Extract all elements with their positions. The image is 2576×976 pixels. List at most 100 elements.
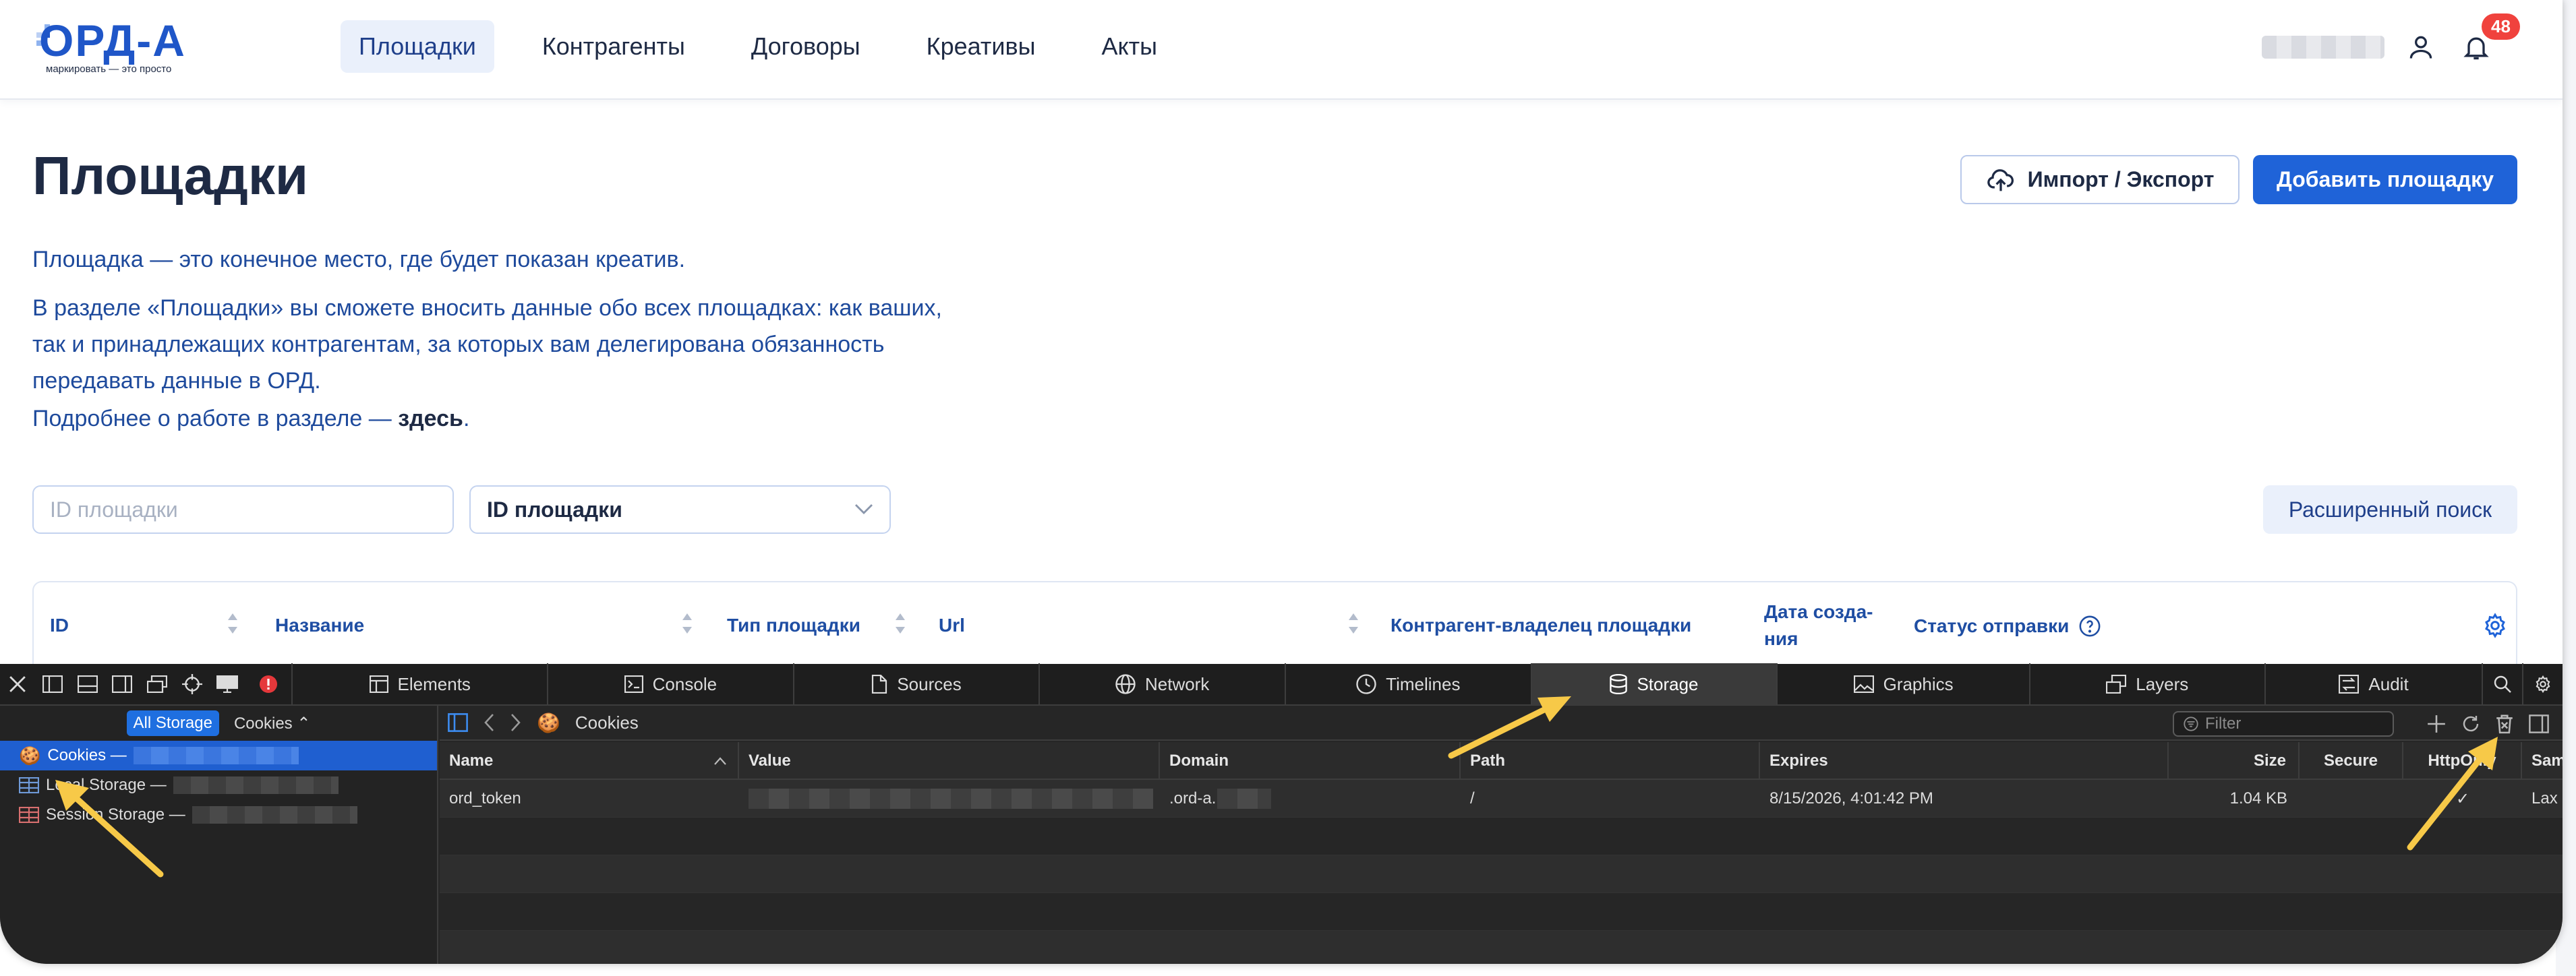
column-domain[interactable]: Domain [1160, 742, 1461, 780]
empty-row [440, 855, 2563, 893]
database-icon [1610, 674, 1628, 694]
globe-icon [1115, 674, 1136, 694]
windows-icon[interactable] [140, 663, 175, 705]
dock-right-icon[interactable] [105, 663, 140, 705]
gear-icon[interactable] [2482, 612, 2509, 639]
nav-item-counterparties[interactable]: Контрагенты [524, 20, 703, 73]
column-header-id[interactable]: ID [50, 615, 69, 636]
sidebar-right-icon[interactable] [2529, 714, 2549, 733]
tab-layers[interactable]: Layers [2028, 663, 2264, 705]
tab-timelines[interactable]: Timelines [1285, 663, 1531, 705]
column-name[interactable]: Name [440, 742, 739, 780]
advanced-search-button[interactable]: Расширенный поиск [2263, 485, 2517, 534]
storage-type-select[interactable]: Cookies ⌃ [234, 714, 310, 733]
error-indicator-icon[interactable] [245, 663, 292, 705]
tab-graphics[interactable]: Graphics [1776, 663, 2029, 705]
close-icon[interactable] [0, 663, 35, 705]
sidebar-toggle-icon[interactable] [448, 713, 468, 732]
user-icon[interactable] [2402, 28, 2440, 66]
back-arrow-icon[interactable] [483, 713, 495, 732]
nav-item-contracts[interactable]: Договоры [733, 20, 879, 73]
description-intro: Площадка — это конечное место, где будет… [32, 247, 686, 272]
dock-left-icon[interactable] [35, 663, 70, 705]
tab-storage-label: Storage [1637, 673, 1699, 694]
column-header-name-label: Название [275, 615, 365, 636]
tree-item-local-storage-label: Local Storage — [46, 776, 167, 794]
column-header-owner-label: Контрагент-владелец площадки [1391, 615, 1692, 636]
sort-icon[interactable] [227, 612, 239, 635]
help-circle-icon[interactable] [2078, 615, 2101, 638]
settings-gear-icon[interactable] [2522, 663, 2563, 705]
column-header-type[interactable]: Тип площадки [727, 615, 860, 636]
sort-icon[interactable] [894, 612, 906, 635]
all-storage-button[interactable]: All Storage [126, 710, 219, 736]
nav-item-platforms[interactable]: Площадки [341, 20, 494, 73]
search-icon[interactable] [2482, 663, 2522, 705]
devtools-panel: Elements Console Sources Network Timelin… [0, 663, 2563, 964]
sort-icon[interactable] [1347, 612, 1359, 635]
table-row[interactable]: ord_token .ord-a. / 8/15/2026, 4:01:42 P… [440, 780, 2563, 818]
add-platform-button[interactable]: Добавить площадку [2253, 155, 2517, 204]
column-value[interactable]: Value [739, 742, 1160, 780]
column-path[interactable]: Path [1461, 742, 1760, 780]
dock-bottom-icon[interactable] [70, 663, 105, 705]
search-field-select-value: ID площадки [487, 497, 622, 522]
column-expires[interactable]: Expires [1760, 742, 2169, 780]
tab-network[interactable]: Network [1038, 663, 1285, 705]
column-header-created[interactable]: Дата созда- ния [1764, 599, 1885, 652]
column-header-type-label: Тип площадки [727, 615, 860, 636]
tab-console[interactable]: Console [547, 663, 793, 705]
bell-icon[interactable]: 48 [2457, 13, 2520, 66]
trash-icon[interactable] [2495, 714, 2514, 734]
description-link[interactable]: здесь [398, 406, 463, 431]
column-httponly[interactable]: HttpOnly [2403, 742, 2522, 780]
column-samesite[interactable]: SameSite [2522, 742, 2563, 780]
tree-item-local-storage[interactable]: Local Storage — [0, 770, 437, 800]
nav-item-creatives[interactable]: Креативы [908, 20, 1054, 73]
sort-icon[interactable] [681, 612, 693, 635]
column-secure[interactable]: Secure [2300, 742, 2403, 780]
import-export-label: Импорт / Экспорт [2027, 167, 2215, 191]
add-icon[interactable] [2426, 714, 2447, 734]
cell-size: 1.04 KB [2229, 789, 2287, 807]
sources-icon [872, 675, 887, 694]
clock-icon [1356, 674, 1376, 694]
nav-item-acts[interactable]: Акты [1083, 20, 1175, 73]
logo-tagline: маркировать — это просто [46, 63, 172, 75]
chevron-down-icon [855, 504, 873, 514]
logo-word: ОРД-А [39, 16, 186, 65]
tab-console-label: Console [652, 673, 718, 694]
empty-row [440, 818, 2563, 855]
tab-audit-label: Audit [2368, 673, 2409, 694]
device-icon[interactable] [210, 663, 245, 705]
logo[interactable]: ОРД-А маркировать — это просто [34, 15, 196, 82]
empty-row [440, 931, 2563, 964]
import-export-button[interactable]: Импорт / Экспорт [1960, 155, 2240, 204]
tree-item-cookies[interactable]: 🍪 Cookies — [0, 741, 437, 770]
tab-elements[interactable]: Elements [291, 663, 547, 705]
column-header-name[interactable]: Название [275, 615, 364, 636]
tab-audit[interactable]: Audit [2264, 663, 2482, 705]
tab-storage[interactable]: Storage [1530, 663, 1777, 705]
tree-item-session-storage[interactable]: Session Storage — [0, 800, 437, 830]
redacted-domain [133, 747, 299, 764]
column-header-url[interactable]: Url [939, 615, 965, 636]
forward-arrow-icon[interactable] [510, 713, 522, 732]
column-header-status[interactable]: Статус отправки [1914, 615, 2101, 638]
platform-id-input[interactable] [32, 485, 454, 534]
cookie-icon: 🍪 [537, 712, 560, 733]
tab-elements-label: Elements [397, 673, 471, 694]
search-field-select[interactable]: ID площадки [469, 485, 891, 534]
filter-input[interactable]: Filter [2173, 711, 2394, 737]
filter-icon [2184, 716, 2198, 731]
column-size[interactable]: Size [2169, 742, 2300, 780]
crosshair-icon[interactable] [175, 663, 210, 705]
breadcrumb: Cookies [575, 712, 639, 733]
refresh-icon[interactable] [2461, 714, 2480, 733]
devtools-tab-bar: Elements Console Sources Network Timelin… [0, 663, 2563, 706]
tab-sources[interactable]: Sources [792, 663, 1039, 705]
cookie-icon: 🍪 [19, 745, 41, 766]
cloud-upload-icon [1987, 169, 2014, 191]
site-header: ОРД-А маркировать — это просто Площадки … [0, 0, 2563, 100]
column-header-owner[interactable]: Контрагент-владелец площадки [1391, 615, 1691, 636]
